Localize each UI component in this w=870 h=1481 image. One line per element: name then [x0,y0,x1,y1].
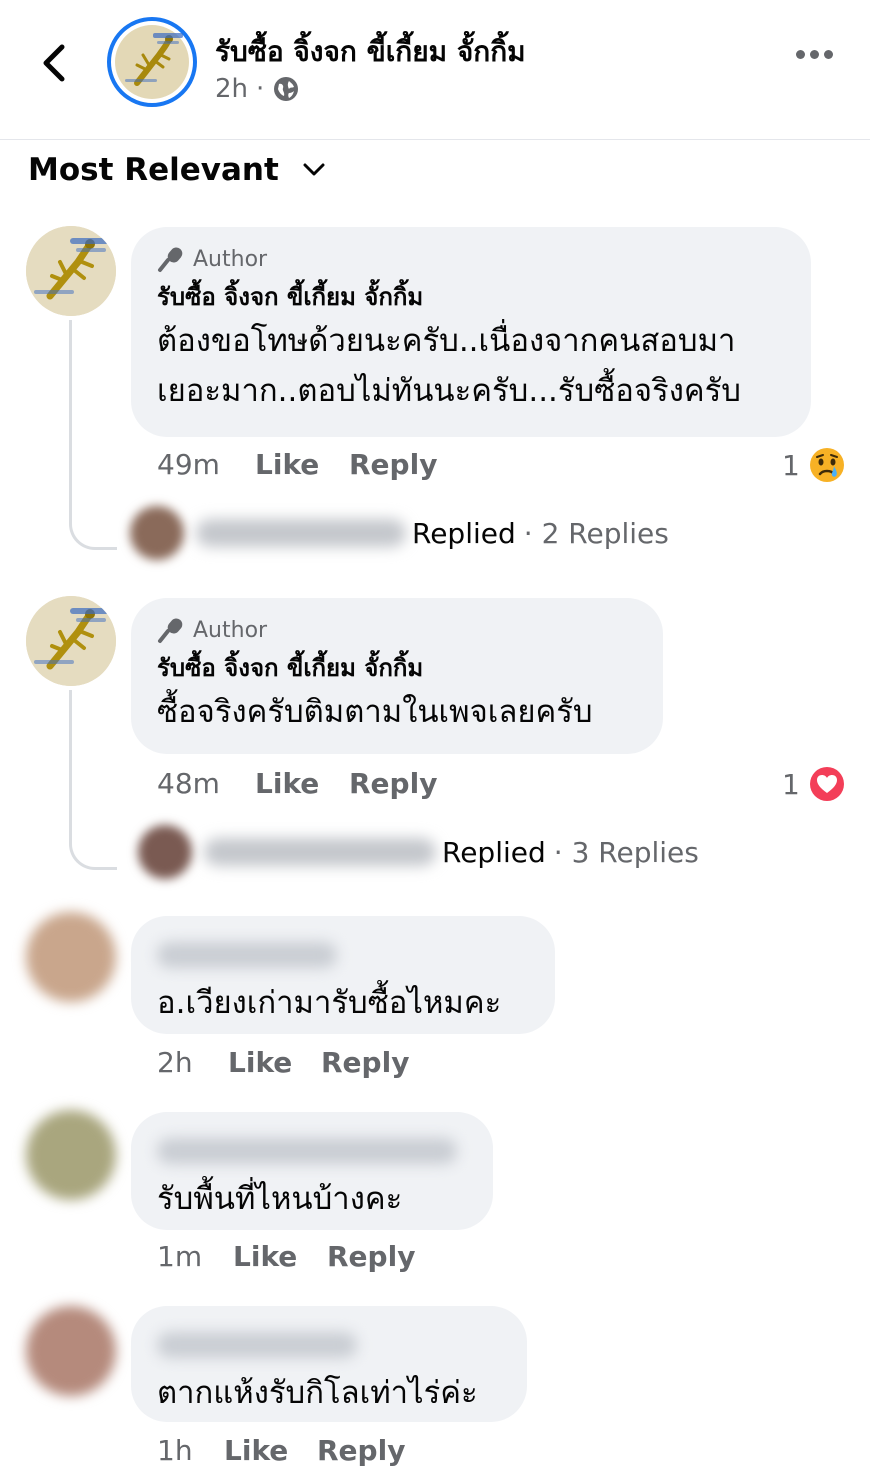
meta-separator: · [256,74,265,104]
reply-button[interactable]: Reply [349,767,437,800]
author-badge-label: Author [193,246,268,272]
reaction-summary[interactable]: 1 [782,765,846,803]
post-header: รับซื้อ จิ้งจก ขี้เกี้ยม จั้กกิ้ม 2h · [0,0,870,140]
commenter-name-blurred [157,1138,457,1164]
replied-label: Replied [442,835,546,869]
commenter-avatar[interactable] [26,912,116,1002]
comment-bubble[interactable]: Author รับซื้อ จิ้งจก ขี้เกี้ยม จั้กกิ้ม… [131,227,811,437]
comment-time[interactable]: 1h [157,1434,224,1467]
comment-actions: 48m Like Reply [157,767,437,800]
love-reaction-icon [809,767,844,801]
thread-connector [69,320,117,550]
more-dot [824,50,833,59]
comment-bubble[interactable]: Author รับซื้อ จิ้งจก ขี้เกี้ยม จั้กกิ้ม… [131,598,663,754]
commenter-name[interactable]: รับซื้อ จิ้งจก ขี้เกี้ยม จั้กกิ้ม [157,277,785,316]
commenter-name[interactable]: รับซื้อ จิ้งจก ขี้เกี้ยม จั้กกิ้ม [157,648,637,687]
microphone-icon [158,247,183,272]
commenter-name-blurred [157,1332,357,1358]
post-meta: 2h · [215,74,300,104]
reply-button[interactable]: Reply [317,1434,405,1467]
page-avatar[interactable] [107,17,197,107]
globe-icon [274,77,299,101]
comment-text-line: ตากแห้งรับกิโลเท่าไร่ค่ะ [157,1375,478,1411]
replies-count: · 3 Replies [553,835,699,869]
like-button[interactable]: Like [228,1046,321,1079]
reply-button[interactable]: Reply [327,1240,415,1273]
post-time[interactable]: 2h [215,74,248,104]
comment-actions: 2h Like Reply [157,1046,409,1079]
thread-connector [69,690,117,870]
like-button[interactable]: Like [224,1434,317,1467]
comment-text-line: ซื้อจริงครับติมตามในเพจเลยครับ [157,694,593,730]
like-button[interactable]: Like [255,767,349,800]
replier-avatar [130,506,184,560]
comment-bubble[interactable]: ตากแห้งรับกิโลเท่าไร่ค่ะ [131,1306,527,1422]
replier-name-blurred [196,519,406,547]
page-logo-image [26,596,116,686]
comment-bubble[interactable]: อ.เวียงเก่ามารับซื้อไหมคะ [131,916,555,1034]
comment-actions: 1h Like Reply [157,1434,405,1467]
comment-text-line: อ.เวียงเก่ามารับซื้อไหมคะ [157,985,502,1021]
chevron-down-icon [303,163,325,176]
page-title[interactable]: รับซื้อ จิ้งจก ขี้เกี้ยม จั้กกิ้ม [215,30,526,74]
comment-text-line: รับพื้นที่ไหนบ้างคะ [157,1181,403,1217]
reply-button[interactable]: Reply [349,448,437,481]
comment-text-line: เยอะมาก..ตอบไม่ทันนะครับ...รับซื้อจริงคร… [157,373,741,409]
author-avatar[interactable] [26,226,116,316]
replied-label: Replied [412,516,516,550]
comment-actions: 49m Like Reply [157,448,437,481]
reaction-summary[interactable]: 1 [782,446,846,484]
comment-bubble[interactable]: รับพื้นที่ไหนบ้างคะ [131,1112,493,1230]
more-dot [810,50,819,59]
author-badge: Author [157,616,637,644]
page-logo-image [115,25,189,99]
like-button[interactable]: Like [233,1240,327,1273]
page-logo-image [26,226,116,316]
microphone-icon [158,618,183,643]
reply-button[interactable]: Reply [321,1046,409,1079]
sort-label: Most Relevant [28,152,279,188]
comment-time[interactable]: 2h [157,1046,228,1079]
chevron-left-icon [43,44,65,82]
replies-count: · 2 Replies [523,516,669,550]
more-horizontal-icon [796,50,805,59]
like-button[interactable]: Like [255,448,349,481]
author-avatar[interactable] [26,596,116,686]
author-badge: Author [157,245,785,273]
comment-actions: 1m Like Reply [157,1240,415,1273]
comment-text-line: ต้องขอโทษด้วยนะครับ..เนื่องจากคนสอบมา [157,323,736,359]
comment-time[interactable]: 49m [157,448,255,481]
replier-name-blurred [204,838,436,866]
back-button[interactable] [30,40,76,86]
commenter-avatar[interactable] [26,1306,116,1396]
reaction-count: 1 [782,767,800,801]
sad-reaction-icon [809,448,844,482]
sort-dropdown[interactable]: Most Relevant [28,152,325,188]
author-badge-label: Author [193,617,268,643]
replier-avatar [138,825,192,879]
comment-time[interactable]: 48m [157,767,255,800]
commenter-avatar[interactable] [26,1110,116,1200]
commenter-name-blurred [157,942,337,968]
reaction-count: 1 [782,448,800,482]
view-replies-button[interactable]: Replied · 3 Replies [138,825,699,879]
view-replies-button[interactable]: Replied · 2 Replies [130,506,669,560]
comment-time[interactable]: 1m [157,1240,233,1273]
more-options-button[interactable] [796,50,833,59]
